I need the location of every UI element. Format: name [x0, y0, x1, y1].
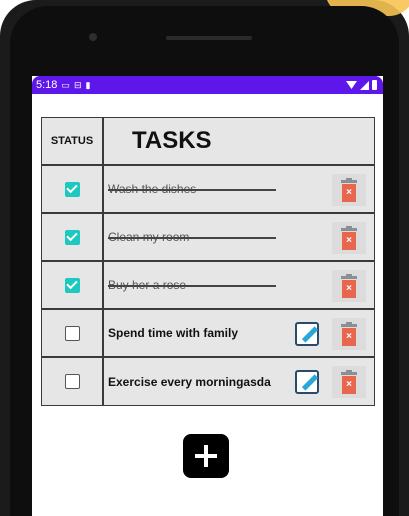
tasks-header-cell: TASKS: [104, 118, 374, 164]
tasks-header: TASKS: [132, 127, 212, 154]
wifi-icon: [346, 81, 357, 89]
phone-frame: 5:18 ▭ ⊟ ▮ STATUS TASKS × × × Spend time…: [0, 0, 409, 516]
earpiece-speaker: [166, 36, 252, 40]
task-label: Exercise every morningasda: [108, 374, 271, 389]
task-cell: Clean my room ×: [104, 214, 374, 260]
edit-button[interactable]: [292, 367, 322, 397]
task-row: Buy her a rose ×: [42, 262, 374, 310]
status-cell: [42, 166, 104, 212]
task-row: Spend time with family ×: [42, 310, 374, 358]
strike-line: [108, 285, 276, 287]
delete-button[interactable]: ×: [332, 222, 366, 254]
signal-icon: [360, 80, 369, 90]
table-header: STATUS TASKS: [42, 118, 374, 166]
front-camera: [89, 33, 97, 41]
trash-icon: ×: [341, 274, 357, 298]
trash-icon: ×: [341, 178, 357, 202]
strike-line: [108, 237, 276, 239]
tasks-table: STATUS TASKS Wash the dishes ×: [41, 117, 375, 406]
task-checkbox[interactable]: [64, 277, 80, 293]
task-row: Clean my room ×: [42, 214, 374, 262]
trash-icon: ×: [341, 226, 357, 250]
task-checkbox[interactable]: [64, 374, 80, 389]
add-task-button[interactable]: [183, 434, 229, 478]
battery-icon: [372, 80, 377, 90]
task-row: Wash the dishes ×: [42, 166, 374, 214]
task-cell: Buy her a rose ×: [104, 262, 374, 308]
task-cell: Spend time with family ×: [104, 310, 374, 356]
sim-icon: ⊟: [73, 80, 82, 90]
status-cell: [42, 310, 104, 356]
status-header-cell: STATUS: [42, 118, 104, 164]
task-cell: Exercise every morningasda ×: [104, 358, 374, 405]
status-cell: [42, 214, 104, 260]
cast-icon: ▭: [61, 80, 70, 90]
task-label: Spend time with family: [108, 326, 239, 340]
status-cell: [42, 358, 104, 405]
status-cell: [42, 262, 104, 308]
delete-button[interactable]: ×: [332, 174, 366, 206]
delete-button[interactable]: ×: [332, 270, 366, 302]
sd-card-icon: ▮: [85, 80, 91, 90]
task-cell: Wash the dishes ×: [104, 166, 374, 212]
edit-button[interactable]: [292, 319, 322, 349]
status-header: STATUS: [50, 135, 94, 147]
app-screen: 5:18 ▭ ⊟ ▮ STATUS TASKS × × × Spend time…: [32, 76, 383, 516]
task-row: Exercise every morningasda ×: [42, 358, 374, 405]
trash-icon: ×: [341, 370, 357, 394]
delete-button[interactable]: ×: [332, 318, 366, 350]
trash-icon: ×: [341, 322, 357, 346]
edit-icon: [295, 370, 319, 394]
delete-button[interactable]: ×: [332, 366, 366, 398]
status-bar: 5:18 ▭ ⊟ ▮: [32, 76, 383, 94]
edit-icon: [295, 322, 319, 346]
status-time: 5:18: [36, 79, 58, 91]
task-checkbox[interactable]: [64, 325, 80, 341]
task-checkbox[interactable]: [64, 181, 80, 197]
task-checkbox[interactable]: [64, 229, 80, 245]
strike-line: [108, 189, 276, 191]
